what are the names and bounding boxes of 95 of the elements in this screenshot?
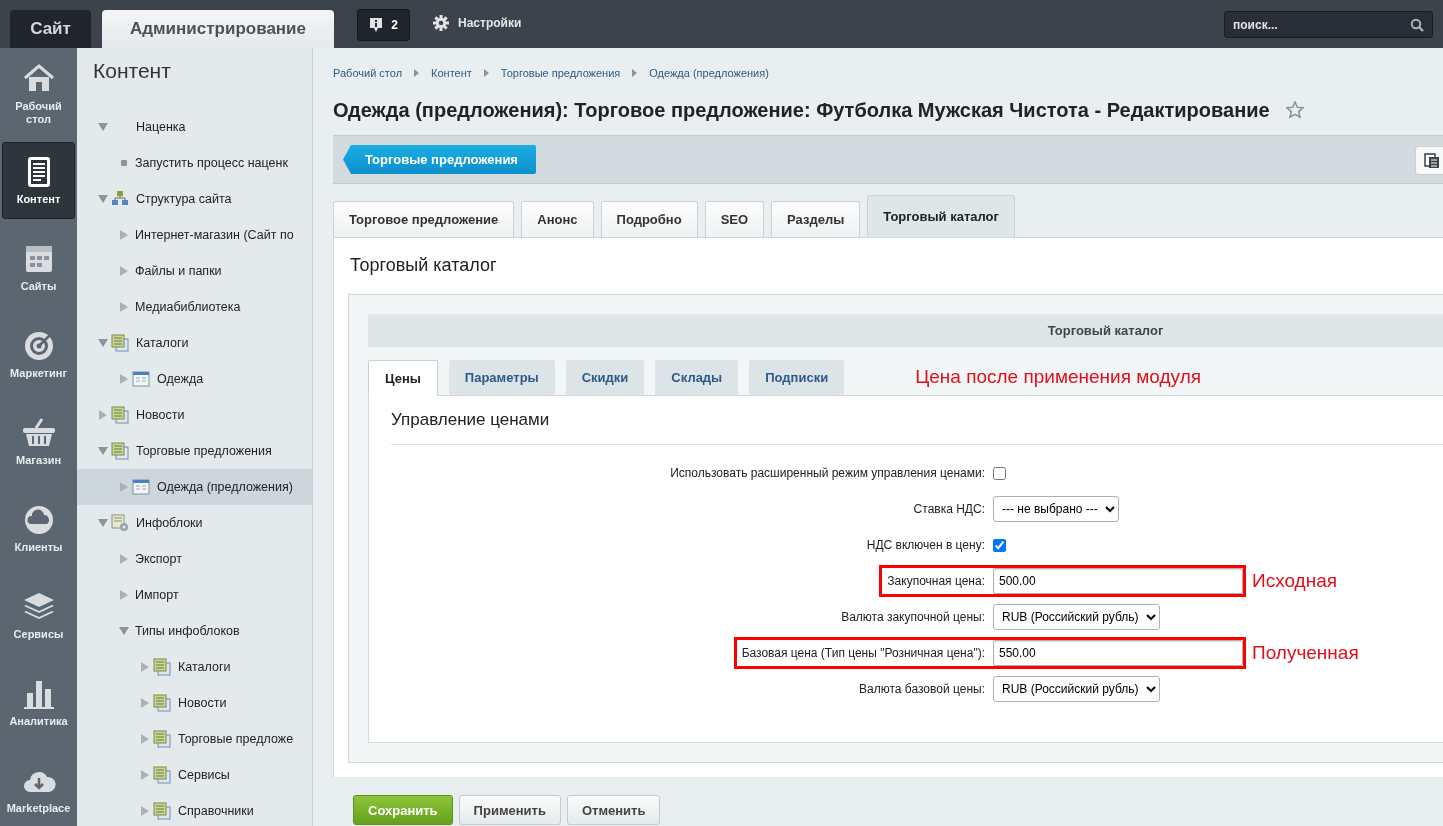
tree-item[interactable]: Инфоблоки bbox=[77, 505, 312, 541]
stacked-pages-icon bbox=[111, 334, 129, 352]
tree-item[interactable]: Медиабиблиотека bbox=[77, 289, 312, 325]
select-field[interactable]: RUB (Российский рубль) bbox=[993, 676, 1160, 703]
search-field[interactable]: поиск... bbox=[1224, 11, 1433, 38]
tab[interactable]: Разделы bbox=[771, 201, 861, 237]
annotation: Полученная bbox=[1252, 641, 1359, 666]
top-tab[interactable]: Администрирование bbox=[102, 10, 334, 48]
tree-item[interactable]: Каталоги bbox=[77, 325, 312, 361]
menu-item[interactable]: Сайты bbox=[2, 224, 75, 311]
box-title: Торговый каталог bbox=[368, 314, 1443, 347]
tree-item[interactable]: Одежда bbox=[77, 361, 312, 397]
tab[interactable]: Параметры bbox=[448, 360, 555, 395]
page-title: Одежда (предложения): Торговое предложение: Футболка Мужская Чистота - Редактирование bbox=[333, 98, 1270, 122]
gear-icon bbox=[433, 15, 449, 31]
window-icon bbox=[132, 370, 150, 388]
copy-button[interactable] bbox=[1415, 146, 1443, 175]
menu-item[interactable]: Магазин bbox=[2, 398, 75, 485]
select-field[interactable]: --- не выбрано --- bbox=[993, 496, 1119, 523]
menu-item[interactable]: Клиенты bbox=[2, 485, 75, 572]
field-label: Ставка НДС: bbox=[913, 501, 985, 519]
input-field[interactable]: 550.00 bbox=[993, 640, 1243, 667]
pages-gear-icon bbox=[111, 514, 129, 532]
menu-item[interactable]: Маркетинг bbox=[2, 311, 75, 398]
section-title: Управление ценами bbox=[391, 410, 1443, 446]
chevron-icon bbox=[483, 69, 489, 77]
star-icon bbox=[1285, 101, 1304, 119]
stacked-pages-icon bbox=[153, 658, 171, 676]
tab[interactable]: Торговый каталог bbox=[867, 195, 1015, 237]
tree-item[interactable]: Интернет-магазин (Сайт по bbox=[77, 217, 312, 253]
stacked-pages-icon bbox=[111, 442, 129, 460]
settings-button[interactable]: Настройки bbox=[433, 14, 522, 32]
panel-title: Контент bbox=[92, 58, 172, 84]
bullet-icon bbox=[121, 160, 127, 166]
tree-item[interactable]: Типы инфоблоков bbox=[77, 613, 312, 649]
select-field[interactable]: RUB (Российский рубль) bbox=[993, 604, 1160, 631]
tree-item[interactable]: Сервисы bbox=[77, 757, 312, 793]
field-label: Валюта базовой цены: bbox=[859, 681, 985, 699]
tab[interactable]: SEO bbox=[704, 201, 765, 237]
window-icon bbox=[132, 478, 150, 496]
info-icon bbox=[369, 17, 384, 33]
tree-item[interactable]: Новости bbox=[77, 685, 312, 721]
breadcrumb-link[interactable]: Рабочий стол bbox=[333, 64, 403, 82]
tree-item[interactable]: Одежда (предложения) bbox=[77, 469, 312, 505]
action-button[interactable]: Отменить bbox=[566, 795, 661, 826]
tab[interactable]: Цены bbox=[368, 360, 438, 396]
tree-item[interactable]: Наценка bbox=[77, 109, 312, 145]
field-label: Закупочная цена: bbox=[887, 573, 985, 591]
search-icon bbox=[1410, 18, 1424, 32]
checkbox[interactable] bbox=[993, 538, 1006, 552]
tree-item[interactable]: Справочники bbox=[77, 793, 312, 826]
breadcrumb-link[interactable]: Одежда (предложения) bbox=[649, 64, 769, 82]
field-label: НДС включен в цену: bbox=[866, 537, 985, 555]
tab[interactable]: Анонс bbox=[521, 201, 594, 237]
tree-item[interactable]: Торговые предложения bbox=[77, 433, 312, 469]
field-label: Валюта закупочной цены: bbox=[841, 609, 985, 627]
annotation: Исходная bbox=[1252, 569, 1338, 594]
tree-item[interactable]: Импорт bbox=[77, 577, 312, 613]
stacked-pages-icon bbox=[111, 406, 129, 424]
menu-item[interactable]: Контент bbox=[2, 142, 75, 219]
tree-item[interactable]: Структура сайта bbox=[77, 181, 312, 217]
tab[interactable]: Скидки bbox=[565, 360, 645, 395]
tree-item[interactable]: Запустить процесс наценк bbox=[77, 145, 312, 181]
menu-item[interactable]: Рабочий стол bbox=[2, 50, 75, 137]
checkbox[interactable] bbox=[993, 466, 1006, 480]
menu-item[interactable]: Аналитика bbox=[2, 659, 75, 746]
menu-item[interactable]: Marketplace bbox=[2, 746, 75, 826]
tree-item[interactable]: Экспорт bbox=[77, 541, 312, 577]
breadcrumb-link[interactable]: Контент bbox=[431, 64, 472, 82]
annotation: Цена после применения модуля bbox=[915, 365, 1201, 390]
chevron-icon bbox=[414, 69, 420, 77]
stacked-pages-icon bbox=[153, 730, 171, 748]
copy-icon bbox=[1424, 152, 1440, 169]
tab[interactable]: Подписки bbox=[749, 360, 845, 395]
tree-item[interactable]: Каталоги bbox=[77, 649, 312, 685]
tree-item[interactable]: Торговые предложе bbox=[77, 721, 312, 757]
tree-item[interactable]: Файлы и папки bbox=[77, 253, 312, 289]
tab[interactable]: Торговое предложение bbox=[333, 201, 515, 237]
menu-item[interactable]: Сервисы bbox=[2, 572, 75, 659]
action-button[interactable]: Применить bbox=[458, 795, 561, 826]
structure-icon bbox=[111, 190, 129, 208]
stacked-pages-icon bbox=[153, 802, 171, 820]
tab[interactable]: Склады bbox=[655, 360, 739, 395]
notifications-button[interactable]: 2 bbox=[357, 9, 410, 41]
stacked-pages-icon bbox=[153, 766, 171, 784]
field-label: Базовая цена (Тип цены "Розничная цена"): bbox=[741, 645, 985, 663]
section-heading: Торговый каталог bbox=[349, 254, 498, 277]
chevron-icon bbox=[632, 69, 638, 77]
field-label: Использовать расширенный режим управления ценами: bbox=[670, 465, 985, 483]
tab[interactable]: Подробно bbox=[600, 201, 698, 237]
top-tab[interactable]: Сайт bbox=[10, 10, 91, 48]
stacked-pages-icon bbox=[153, 694, 171, 712]
tree-item[interactable]: Новости bbox=[77, 397, 312, 433]
breadcrumb-link[interactable]: Торговые предложения bbox=[500, 64, 621, 82]
input-field[interactable]: 500.00 bbox=[993, 568, 1243, 595]
